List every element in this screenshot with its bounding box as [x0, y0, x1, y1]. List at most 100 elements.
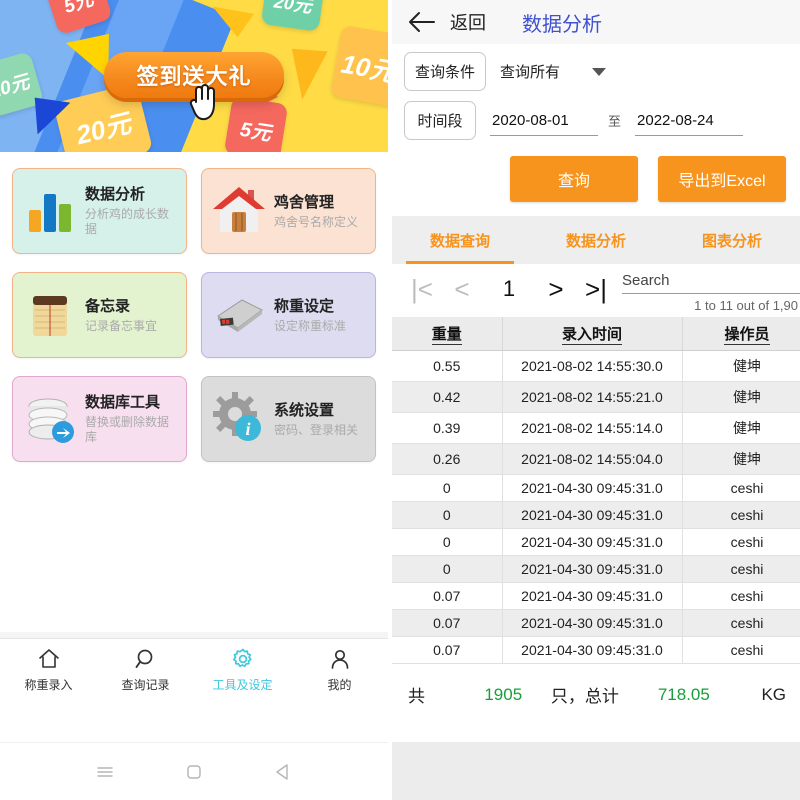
page-header: 返回 数据分析 — [392, 0, 800, 44]
filter-section: 查询条件 查询所有 时间段 2020-08-01 至 2022-08-24 — [392, 44, 800, 140]
house-icon — [210, 182, 268, 240]
menu-card-subtitle: 分析鸡的成长数据 — [85, 207, 170, 236]
table-row[interactable]: 0.07 2021-04-30 09:45:31.0 ceshi — [392, 636, 800, 664]
table-row[interactable]: 0 2021-04-30 09:45:31.0 ceshi — [392, 555, 800, 583]
page-prev-icon[interactable]: < — [442, 272, 482, 306]
summary-row: 共 1905 只，总计 718.05 KG — [392, 664, 800, 707]
notepad-icon — [21, 286, 79, 344]
menu-card-system-settings[interactable]: i 系统设置 密码、登录相关 — [201, 376, 376, 462]
menu-hamburger-icon[interactable] — [94, 761, 116, 783]
menu-card-database-tool[interactable]: 数据库工具 替换或删除数据库 — [12, 376, 187, 462]
current-page-number[interactable]: 1 — [482, 272, 536, 306]
table-row[interactable]: 0.42 2021-08-02 14:55:21.0 健坤 — [392, 381, 800, 413]
table-row[interactable]: 0.07 2021-04-30 09:45:31.0 ceshi — [392, 609, 800, 637]
summary-count: 1905 — [484, 684, 523, 704]
menu-card-memo[interactable]: 备忘录 记录备忘事宜 — [12, 272, 187, 358]
cell-operator: ceshi — [682, 582, 800, 610]
pagination-info: 1 to 11 out of 1,90 — [694, 298, 798, 313]
query-condition-row: 查询条件 查询所有 — [404, 52, 788, 91]
decor-triangle-icon — [29, 97, 71, 139]
tab-tools-settings[interactable]: 工具及设定 — [194, 639, 291, 700]
menu-card-coop-management[interactable]: 鸡舍管理 鸡舍号名称定义 — [201, 168, 376, 254]
date-between-label: 至 — [608, 114, 622, 129]
column-header-operator[interactable]: 操作员 — [682, 317, 800, 351]
cell-weight: 0.26 — [392, 443, 503, 475]
tab-mine[interactable]: 我的 — [291, 639, 388, 700]
cell-weight: 0 — [392, 474, 503, 502]
page-first-icon[interactable]: |< — [402, 272, 442, 306]
column-header-entry-time[interactable]: 录入时间 — [502, 317, 683, 351]
cell-operator: 健坤 — [682, 412, 800, 444]
menu-card-weight-setting[interactable]: 称重设定 设定称重标准 — [201, 272, 376, 358]
tab-data-query[interactable]: 数据查询 — [392, 216, 528, 264]
back-button[interactable]: 返回 — [450, 9, 486, 35]
column-header-weight[interactable]: 重量 — [392, 317, 503, 351]
bottom-gray-band — [392, 742, 800, 800]
search-input[interactable]: Search — [622, 272, 800, 294]
menu-card-title: 鸡舍管理 — [274, 193, 335, 211]
cell-weight: 0.39 — [392, 412, 503, 444]
tab-label: 图表分析 — [701, 232, 762, 250]
query-button[interactable]: 查询 — [510, 156, 638, 202]
table-row[interactable]: 0.26 2021-08-02 14:55:04.0 健坤 — [392, 443, 800, 475]
cell-time: 2021-08-02 14:55:30.0 — [502, 350, 683, 382]
chevron-down-icon[interactable] — [592, 67, 607, 76]
promo-banner[interactable]: 5元 10元 20元 10元 5元 20元 签到送大礼 — [0, 0, 388, 152]
search-area: Search 1 to 11 out of 1,90 — [616, 272, 800, 313]
tab-label: 数据分析 — [565, 232, 626, 250]
cell-operator: 健坤 — [682, 443, 800, 475]
cell-time: 2021-08-02 14:55:04.0 — [502, 443, 683, 475]
arrow-left-icon[interactable] — [406, 9, 436, 35]
tab-label: 称重录入 — [24, 677, 73, 692]
action-buttons: 查询 导出到Excel — [392, 150, 800, 216]
hand-pointer-icon — [189, 84, 215, 121]
page-last-icon[interactable]: >| — [576, 272, 616, 306]
tab-chart-analysis[interactable]: 图表分析 — [664, 216, 800, 264]
back-triangle-icon[interactable] — [272, 761, 294, 783]
menu-card-title: 称重设定 — [274, 297, 335, 315]
cell-operator: 健坤 — [682, 350, 800, 382]
cell-weight: 0.07 — [392, 582, 503, 610]
tab-query-records[interactable]: 查询记录 — [97, 639, 194, 700]
table-row[interactable]: 0 2021-04-30 09:45:31.0 ceshi — [392, 474, 800, 502]
gear-info-icon: i — [210, 390, 268, 448]
menu-card-subtitle: 替换或删除数据库 — [85, 415, 170, 444]
table-header-row: 重量 录入时间 操作员 — [392, 317, 800, 351]
tab-label: 我的 — [327, 677, 352, 692]
summary-middle: 只，总计 — [550, 687, 619, 706]
menu-card-subtitle: 记录备忘事宜 — [85, 318, 158, 333]
database-icon — [21, 390, 79, 448]
cell-weight: 0 — [392, 501, 503, 529]
records-table: 重量 录入时间 操作员 0.55 2021-08-02 14:55:30.0 健坤 … — [392, 317, 800, 664]
cell-weight: 0.55 — [392, 350, 503, 382]
tab-label: 工具及设定 — [212, 677, 273, 692]
tools-menu-grid: 数据分析 分析鸡的成长数据 鸡舍管理 鸡舍号名称定义 备忘录 记录备忘事宜 称重… — [0, 152, 388, 462]
cell-time: 2021-08-02 14:55:14.0 — [502, 412, 683, 444]
tab-data-analysis[interactable]: 数据分析 — [528, 216, 664, 264]
table-row[interactable]: 0 2021-04-30 09:45:31.0 ceshi — [392, 501, 800, 529]
menu-card-title: 数据库工具 — [85, 394, 161, 411]
date-to-input[interactable]: 2022-08-24 — [635, 106, 744, 136]
tab-label: 数据查询 — [429, 232, 490, 250]
cell-weight: 0.42 — [392, 381, 503, 413]
table-row[interactable]: 0.55 2021-08-02 14:55:30.0 健坤 — [392, 350, 800, 382]
page-next-icon[interactable]: > — [536, 272, 576, 306]
home-square-icon[interactable] — [183, 761, 205, 783]
table-row[interactable]: 0 2021-04-30 09:45:31.0 ceshi — [392, 528, 800, 556]
menu-card-subtitle: 鸡舍号名称定义 — [274, 214, 359, 229]
query-condition-select[interactable]: 查询所有 — [500, 61, 560, 82]
date-from-input[interactable]: 2020-08-01 — [490, 106, 598, 136]
date-range-row: 时间段 2020-08-01 至 2022-08-24 — [404, 101, 788, 140]
cell-time: 2021-08-02 14:55:21.0 — [502, 381, 683, 413]
export-excel-button[interactable]: 导出到Excel — [658, 156, 786, 202]
table-row[interactable]: 0.39 2021-08-02 14:55:14.0 健坤 — [392, 412, 800, 444]
tab-weigh-entry[interactable]: 称重录入 — [0, 639, 97, 700]
left-phone-panel: 5元 10元 20元 10元 5元 20元 签到送大礼 数据分析 分析鸡的成长数… — [0, 0, 388, 800]
summary-prefix: 共 — [408, 687, 425, 706]
pagination-bar: |< < 1 > >| Search 1 to 11 out of 1,90 — [392, 264, 800, 317]
menu-card-data-analysis[interactable]: 数据分析 分析鸡的成长数据 — [12, 168, 187, 254]
table-row[interactable]: 0.07 2021-04-30 09:45:31.0 ceshi — [392, 582, 800, 610]
right-detail-panel: 返回 数据分析 查询条件 查询所有 时间段 2020-08-01 至 2022-… — [392, 0, 800, 800]
summary-unit: KG — [761, 684, 787, 704]
query-condition-label: 查询条件 — [404, 52, 487, 91]
